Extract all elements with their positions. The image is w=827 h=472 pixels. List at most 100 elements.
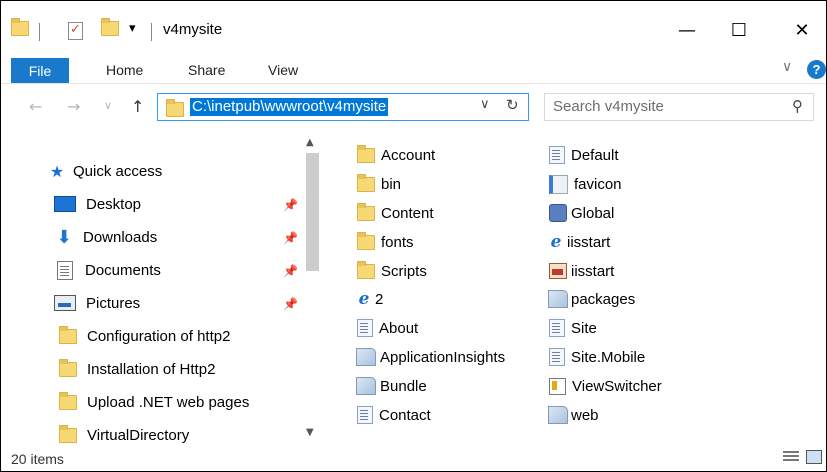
tab-home[interactable]: Home — [106, 62, 143, 78]
large-icons-view-icon[interactable] — [806, 450, 822, 464]
item-count: 20 items — [11, 451, 64, 467]
file-name: Contact — [379, 406, 431, 424]
refresh-icon[interactable]: ↻ — [506, 96, 519, 114]
nav-item-quick-access[interactable]: ★ Quick access — [47, 159, 162, 183]
file-item[interactable]: ViewSwitcher — [549, 374, 662, 398]
file-item[interactable]: e 2 — [355, 287, 384, 311]
generic-file-icon — [548, 406, 568, 424]
download-icon: ⬇ — [56, 226, 72, 248]
tab-view[interactable]: View — [268, 62, 298, 78]
file-name: Site.Mobile — [571, 348, 646, 366]
nav-item-label: Upload .NET web pages — [87, 393, 250, 411]
file-item[interactable]: packages — [548, 287, 635, 311]
pin-icon[interactable]: 📌 — [283, 264, 298, 278]
nav-item-folder[interactable]: Upload .NET web pages — [59, 390, 249, 414]
search-box[interactable]: ⚲ — [544, 93, 814, 121]
folder-icon — [59, 391, 77, 410]
nav-item-label: Quick access — [73, 162, 163, 180]
tab-share[interactable]: Share — [188, 62, 225, 78]
address-dropdown-chevron-icon[interactable]: ∨ — [480, 97, 490, 112]
separator — [151, 23, 152, 45]
nav-item-folder[interactable]: Installation of Http2 — [59, 357, 215, 381]
file-name: favicon — [574, 175, 622, 193]
pin-icon[interactable]: 📌 — [283, 198, 298, 212]
file-explorer-window: ▾ v4mysite — ☐ ✕ File Home Share View ∨ … — [0, 0, 827, 472]
scroll-up-icon[interactable]: ▲ — [306, 137, 314, 148]
properties-icon[interactable] — [68, 22, 83, 44]
maximize-button[interactable]: ☐ — [716, 13, 762, 47]
file-name: Global — [571, 204, 615, 222]
desktop-icon — [54, 196, 76, 212]
file-item[interactable]: web — [548, 403, 599, 427]
file-item[interactable]: Global — [549, 201, 614, 225]
pin-icon[interactable]: 📌 — [283, 297, 298, 311]
file-name: Account — [381, 146, 436, 164]
file-name: packages — [571, 290, 636, 308]
file-name: web — [571, 406, 599, 424]
documents-icon — [57, 260, 73, 280]
nav-item-folder[interactable]: Configuration of http2 — [59, 324, 230, 348]
file-item[interactable]: e iisstart — [547, 230, 611, 254]
ie-icon: e — [358, 289, 370, 309]
quick-access-folder-icon[interactable] — [11, 18, 29, 43]
tab-file[interactable]: File — [11, 58, 69, 83]
up-arrow-icon[interactable]: ↑ — [131, 97, 144, 116]
file-name: About — [379, 319, 419, 337]
star-icon: ★ — [49, 161, 65, 181]
nav-item-label: Installation of Http2 — [87, 360, 216, 378]
generic-file-icon — [356, 377, 376, 395]
nav-item-desktop[interactable]: Desktop — [54, 192, 141, 216]
folder-icon — [59, 325, 77, 344]
forward-arrow-icon[interactable]: → — [67, 97, 80, 116]
customize-toolbar-chevron-icon[interactable]: ▾ — [129, 21, 136, 43]
nav-item-pictures[interactable]: Pictures — [54, 291, 140, 315]
nav-item-documents[interactable]: Documents — [57, 258, 161, 282]
file-item[interactable]: ApplicationInsights — [356, 345, 505, 369]
expand-ribbon-chevron-icon[interactable]: ∨ — [782, 59, 792, 75]
details-view-icon[interactable] — [783, 451, 799, 465]
file-name: iisstart — [567, 233, 611, 251]
file-item[interactable]: Account — [357, 143, 435, 167]
file-item[interactable]: Contact — [357, 403, 431, 427]
nav-item-label: Pictures — [86, 294, 141, 312]
file-item[interactable]: bin — [357, 172, 401, 196]
minimize-button[interactable]: — — [664, 13, 710, 47]
pictures-icon — [54, 295, 76, 311]
file-item[interactable]: fonts — [357, 230, 414, 254]
file-item[interactable]: Scripts — [357, 259, 427, 283]
file-item[interactable]: Bundle — [356, 374, 427, 398]
window-title: v4mysite — [163, 21, 223, 38]
file-item[interactable]: iisstart — [549, 259, 614, 283]
help-icon[interactable]: ? — [807, 60, 826, 79]
file-item[interactable]: Site.Mobile — [549, 345, 645, 369]
folder-icon — [357, 173, 375, 192]
file-name: ViewSwitcher — [572, 377, 662, 395]
search-icon[interactable]: ⚲ — [792, 97, 803, 115]
file-item[interactable]: Default — [549, 143, 619, 167]
pin-icon[interactable]: 📌 — [283, 231, 298, 245]
address-bar[interactable]: C:\inetpub\wwwroot\v4mysite ∨ ↻ — [157, 93, 529, 121]
file-name: Content — [381, 204, 434, 222]
close-button[interactable]: ✕ — [779, 13, 825, 47]
back-arrow-icon[interactable]: ← — [29, 97, 42, 116]
file-item[interactable]: Site — [549, 316, 597, 340]
nav-item-label: Documents — [85, 261, 161, 279]
recent-locations-chevron-icon[interactable]: ∨ — [104, 99, 112, 112]
file-item[interactable]: Content — [357, 201, 434, 225]
generic-file-icon — [356, 348, 376, 366]
file-item[interactable]: About — [357, 316, 418, 340]
nav-item-folder[interactable]: VirtualDirectory — [59, 423, 189, 447]
favicon-file-icon — [549, 174, 568, 194]
new-folder-icon[interactable] — [101, 18, 119, 43]
file-name: iisstart — [571, 262, 615, 280]
scroll-down-icon[interactable]: ▼ — [306, 427, 314, 438]
nav-item-downloads[interactable]: ⬇ Downloads — [53, 225, 157, 249]
file-name: fonts — [381, 233, 414, 251]
global-asax-icon — [549, 204, 567, 222]
folder-icon — [357, 260, 375, 279]
search-input[interactable] — [553, 98, 773, 115]
file-item[interactable]: favicon — [549, 172, 622, 196]
address-path[interactable]: C:\inetpub\wwwroot\v4mysite — [190, 98, 389, 116]
nav-scrollbar-thumb[interactable] — [306, 153, 319, 271]
file-name: Site — [571, 319, 597, 337]
